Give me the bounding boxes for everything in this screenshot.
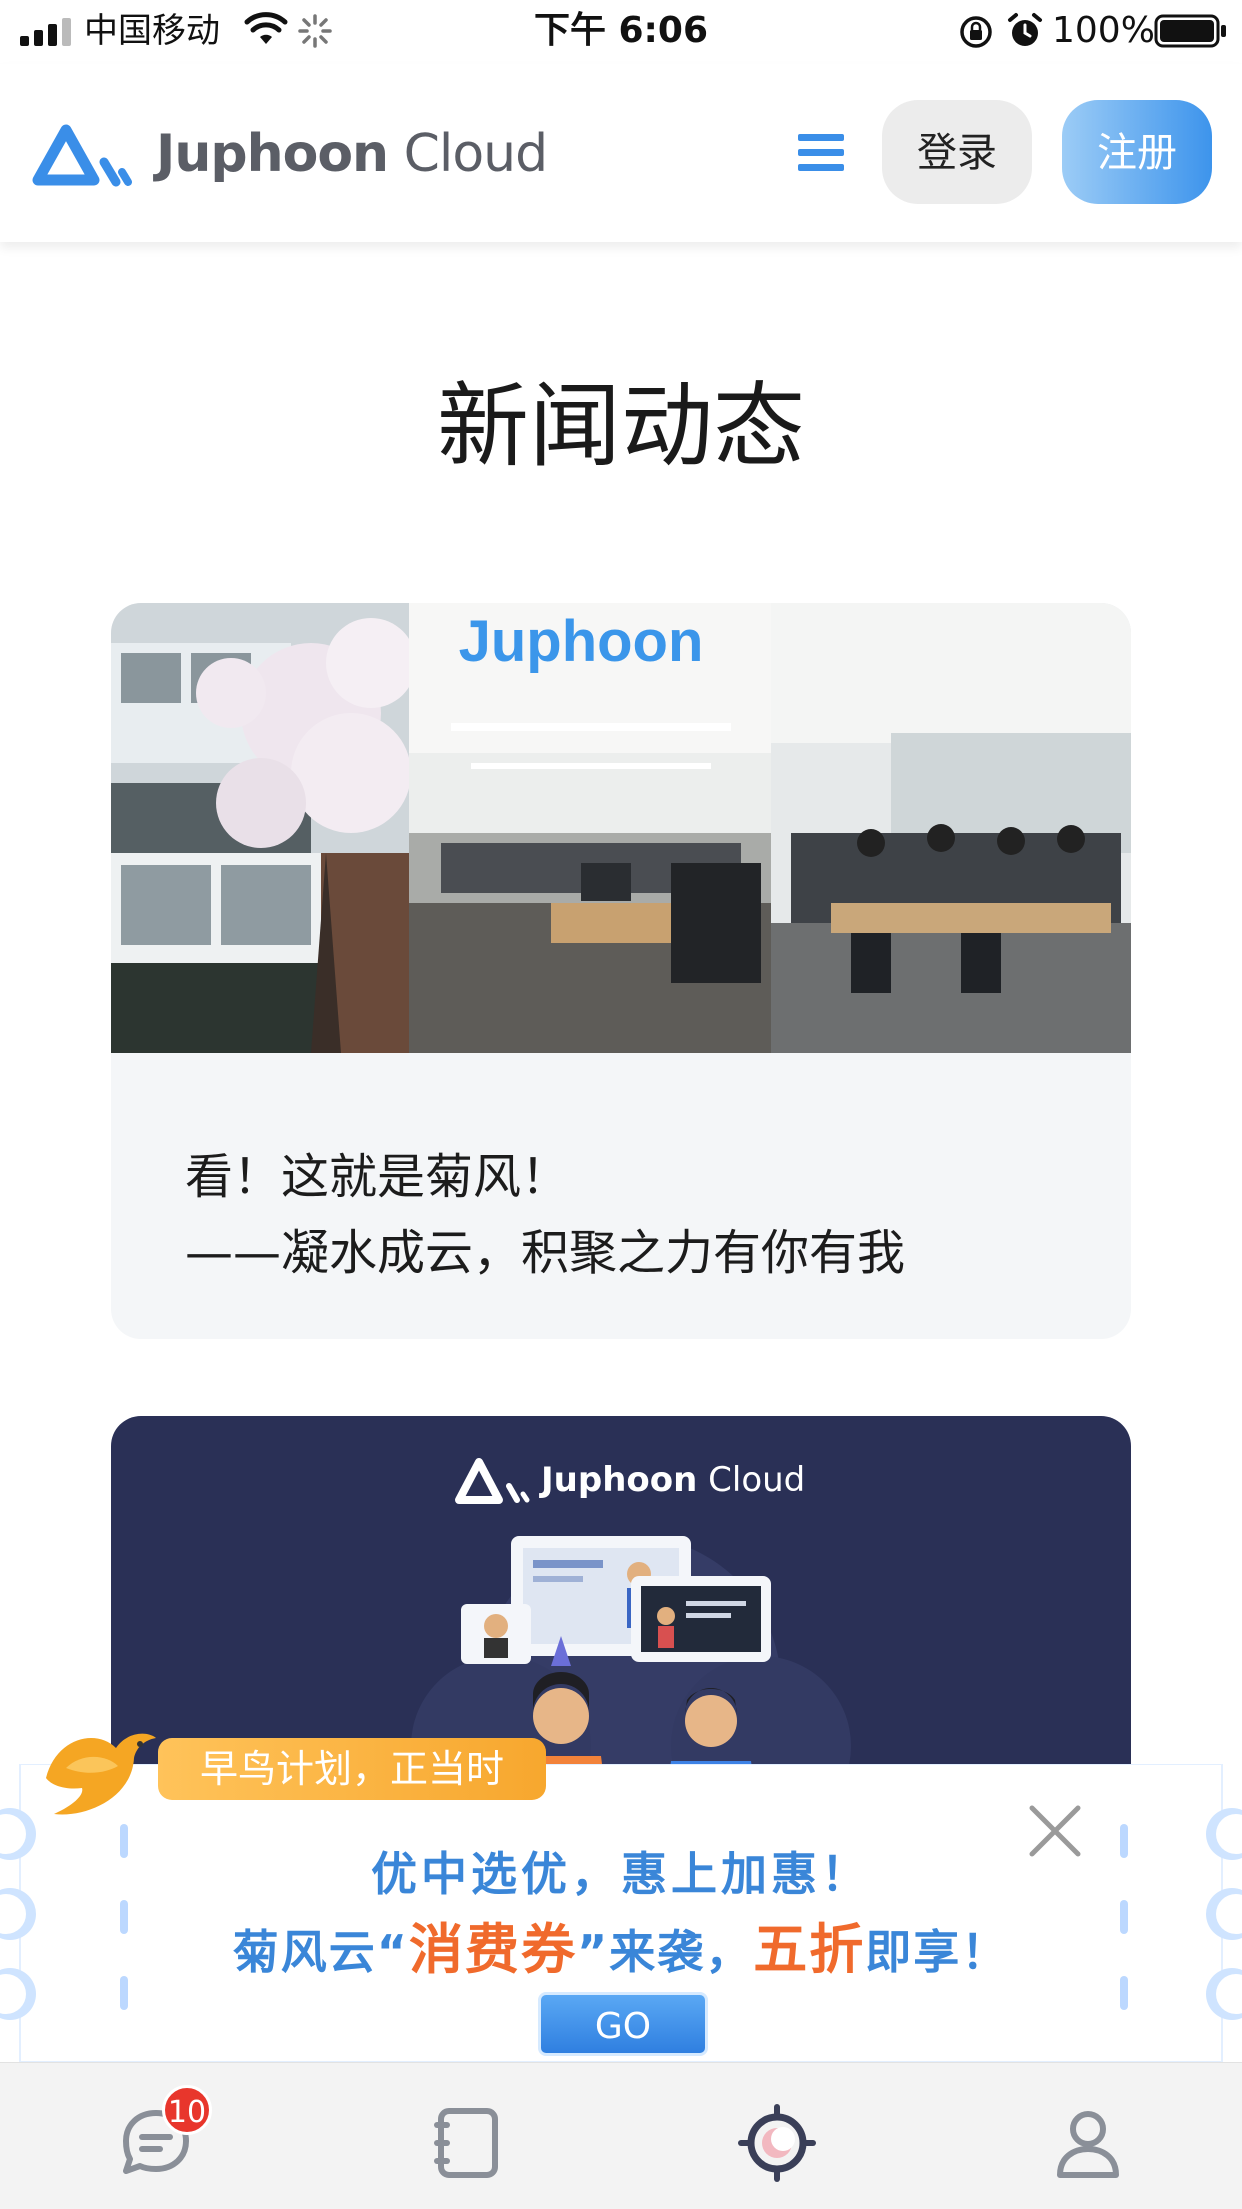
promo-subheadline: 菊风云“消费券”来袭，五折即享！ — [0, 1914, 1242, 1988]
notebook-icon — [434, 2108, 498, 2178]
brand-name-light: Cloud — [388, 124, 549, 184]
promo-highlight-discount: 五折 — [753, 1918, 866, 1981]
promo-text-b: ”来袭， — [577, 1925, 754, 1979]
card-brand-bold: Juphoon — [541, 1460, 698, 1500]
register-button[interactable]: 注册 — [1062, 100, 1212, 204]
news-title-line1: 看！这就是菊风！ — [185, 1149, 570, 1205]
profile-icon — [1057, 2111, 1119, 2178]
juphoon-logo-icon[interactable] — [30, 118, 140, 188]
bottom-tab-bar: 10 — [0, 2062, 1242, 2209]
promo-text-c: 即享！ — [865, 1925, 1010, 1979]
juphoon-logo-icon — [455, 1458, 530, 1504]
messages-badge: 10 — [162, 2085, 212, 2135]
battery-icon — [1154, 14, 1226, 48]
rotation-lock-icon — [960, 16, 992, 48]
hamburger-menu-icon[interactable] — [796, 130, 846, 176]
tab-discover[interactable] — [737, 2103, 817, 2183]
site-header: Juphoon Cloud 登录 注册 — [0, 64, 1242, 242]
tab-notebook[interactable] — [427, 2103, 507, 2183]
brand-name-bold: Juphoon — [156, 124, 389, 184]
card-brand-name: Juphoon Cloud — [541, 1454, 805, 1506]
bird-icon — [46, 1733, 156, 1815]
news-card[interactable]: Juphoon 看！这就是菊风！ ——凝水成云，积聚之力有你有我 — [111, 603, 1131, 1339]
promo-highlight-coupon: 消费券 — [409, 1918, 577, 1981]
promo-go-button[interactable]: GO — [538, 1992, 708, 2056]
promo-coupon-popup[interactable]: 早鸟计划，正当时 优中选优，惠上加惠！ 菊风云“消费券”来袭，五折即享！ GO — [0, 1700, 1242, 2062]
card-brand-light: Cloud — [697, 1460, 806, 1500]
discover-icon — [738, 2104, 816, 2182]
news-title-line2: ——凝水成云，积聚之力有你有我 — [185, 1225, 906, 1281]
promo-text-a: 菊风云“ — [232, 1925, 409, 1979]
page-title: 新闻动态 — [436, 372, 805, 480]
alarm-icon — [1008, 13, 1042, 46]
office-photo: Juphoon — [111, 603, 1131, 1053]
brand-name[interactable]: Juphoon Cloud — [156, 122, 549, 186]
tab-profile[interactable] — [1048, 2103, 1128, 2183]
status-bar: 中国移动 下午 6:06 100% — [0, 0, 1242, 64]
battery-percent: 100% — [1052, 10, 1155, 51]
promo-headline: 优中选优，惠上加惠！ — [371, 1847, 871, 1901]
office-photo-watermark: Juphoon — [459, 609, 704, 674]
news-title[interactable]: 看！这就是菊风！ ——凝水成云，积聚之力有你有我 — [185, 1139, 905, 1291]
login-button[interactable]: 登录 — [882, 100, 1032, 204]
promo-tag: 早鸟计划，正当时 — [158, 1738, 546, 1800]
